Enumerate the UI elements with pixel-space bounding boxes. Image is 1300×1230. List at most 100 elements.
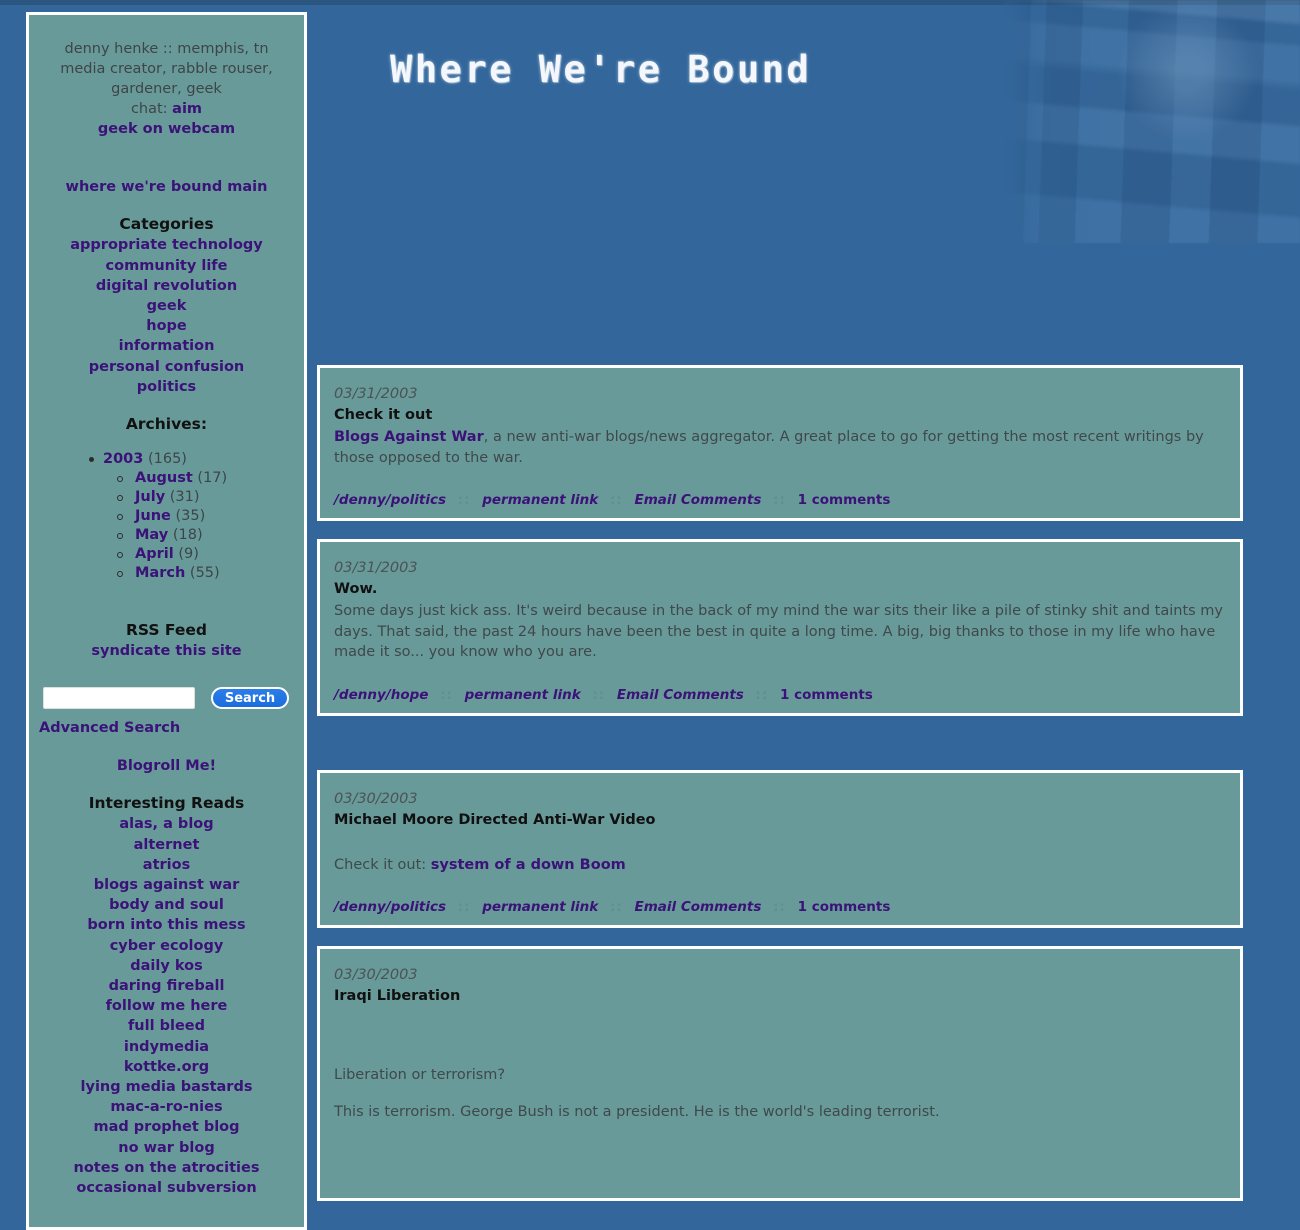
read-link-atrios[interactable]: atrios [37,855,296,875]
archive-month-may: May (18) [103,526,296,545]
sidebar-main-link[interactable]: where we're bound main [37,177,296,197]
chat-line: chat: aim [37,99,296,119]
post-title: Michael Moore Directed Anti-War Video [334,811,656,828]
read-link-kottke-org[interactable]: kottke.org [37,1057,296,1077]
read-link-notes-on-the-atrocities[interactable]: notes on the atrocities [37,1158,296,1178]
rss-heading: RSS Feed [125,621,208,640]
read-link-daily-kos[interactable]: daily kos [37,956,296,976]
post-body: Liberation or terrorism? This is terrori… [334,1065,1226,1122]
read-link-alternet[interactable]: alternet [37,835,296,855]
archive-month-link[interactable]: July [135,489,165,505]
sidebar-intro: denny henke :: memphis, tn media creator… [37,39,296,139]
read-link-occasional-subversion[interactable]: occasional subversion [37,1178,296,1198]
category-information[interactable]: information [37,336,296,356]
post-date: 03/30/2003 [334,790,418,807]
footer-separator: :: [609,492,623,508]
archive-month-count: (35) [175,508,206,525]
archive-month-count: (18) [172,527,203,544]
page-root: Where We're Bound denny henke :: memphis… [0,0,1300,1230]
search-button[interactable]: Search [211,687,289,710]
footer-separator: :: [457,899,471,915]
post-body-link[interactable]: Blogs Against War [334,429,484,445]
advanced-search-link[interactable]: Advanced Search [39,720,180,736]
post-email-comments[interactable]: Email Comments [617,687,744,703]
post-comments-count[interactable]: 1 comments [798,492,891,508]
read-link-mac-a-ro-nies[interactable]: mac-a-ro-nies [37,1097,296,1117]
post-body-link[interactable]: system of a down Boom [431,857,626,873]
categories-list: appropriate technology community life di… [37,235,296,397]
site-title: Where We're Bound [390,48,812,91]
archive-month-count: (17) [197,470,228,487]
read-link-no-war-blog[interactable]: no war blog [37,1138,296,1158]
category-geek[interactable]: geek [37,296,296,316]
post-date: 03/30/2003 [334,967,418,983]
post-entry: 03/30/2003 Michael Moore Directed Anti-W… [317,769,1243,928]
post-date: 03/31/2003 [334,386,418,402]
read-link-cyber-ecology[interactable]: cyber ecology [37,936,296,956]
aim-link[interactable]: aim [172,101,202,117]
archive-year-2003: 2003 (165) August (17) July (31) June (3… [37,449,296,583]
advanced-search-wrap: Advanced Search [39,717,296,736]
archive-month-link[interactable]: March [135,565,185,581]
post-title: Wow. [334,581,378,597]
intro-line-3: gardener, geek [111,81,222,97]
read-link-full-bleed[interactable]: full bleed [37,1016,296,1036]
category-personal-confusion[interactable]: personal confusion [37,357,296,377]
archive-month-august: August (17) [103,469,296,488]
post-category-link[interactable]: /denny/politics [334,899,446,915]
post-comments-count[interactable]: 1 comments [798,899,891,915]
post-email-comments[interactable]: Email Comments [634,899,761,915]
post-email-comments[interactable]: Email Comments [634,492,761,508]
post-category-link[interactable]: /denny/hope [334,687,428,703]
footer-separator: :: [592,686,606,703]
archive-year-count: (165) [147,451,187,468]
read-link-mad-prophet-blog[interactable]: mad prophet blog [37,1117,296,1137]
post-title: Check it out [334,407,433,423]
read-link-born-into-this-mess[interactable]: born into this mess [37,915,296,935]
category-politics[interactable]: politics [37,377,296,397]
read-link-blogs-against-war[interactable]: blogs against war [37,875,296,895]
archive-month-count: (31) [169,489,200,506]
category-hope[interactable]: hope [37,316,296,336]
banner-photo-icon [1004,0,1300,243]
post-entry: 03/31/2003 Wow. Some days just kick ass.… [317,539,1243,716]
read-link-daring-fireball[interactable]: daring fireball [37,976,296,996]
chat-label: chat: [130,101,173,117]
rss-syndicate-link[interactable]: syndicate this site [37,641,296,661]
footer-separator: :: [440,686,453,703]
post-permalink[interactable]: permanent link [482,492,598,508]
read-link-indymedia[interactable]: indymedia [37,1037,296,1057]
interesting-reads-list: alas, a blog alternet atrios blogs again… [37,814,296,1198]
archive-month-link[interactable]: May [135,527,168,543]
archive-month-july: July (31) [103,488,296,507]
read-link-lying-media-bastards[interactable]: lying media bastards [37,1077,296,1097]
archives-heading: Archives: [125,415,208,434]
category-digital-revolution[interactable]: digital revolution [37,276,296,296]
post-permalink[interactable]: permanent link [465,687,581,703]
category-appropriate-technology[interactable]: appropriate technology [37,235,296,255]
post-permalink[interactable]: permanent link [482,899,598,915]
category-community-life[interactable]: community life [37,256,296,276]
archive-month-count: (9) [178,546,199,563]
post-comments-count[interactable]: 1 comments [780,687,873,703]
read-link-body-and-soul[interactable]: body and soul [37,895,296,915]
archive-months: August (17) July (31) June (35) May (18) [103,469,296,583]
post-category-link[interactable]: /denny/politics [334,492,446,508]
footer-separator: :: [457,492,471,508]
archive-month-link[interactable]: August [135,470,193,486]
read-link-follow-me-here[interactable]: follow me here [37,996,296,1016]
footer-separator: :: [773,899,786,915]
post-footer: /denny/politics :: permanent link :: Ema… [334,899,1226,915]
post-entry: 03/30/2003 Iraqi Liberation Liberation o… [317,946,1243,1201]
archive-month-link[interactable]: April [135,546,174,562]
search-input[interactable] [43,687,195,710]
blogroll-me-link[interactable]: Blogroll Me! [37,756,296,776]
archive-month-june: June (35) [103,507,296,526]
read-link-alas-a-blog[interactable]: alas, a blog [37,814,296,834]
archive-year-link[interactable]: 2003 [103,451,143,467]
archive-month-link[interactable]: June [135,508,171,524]
webcam-link[interactable]: geek on webcam [37,119,296,139]
